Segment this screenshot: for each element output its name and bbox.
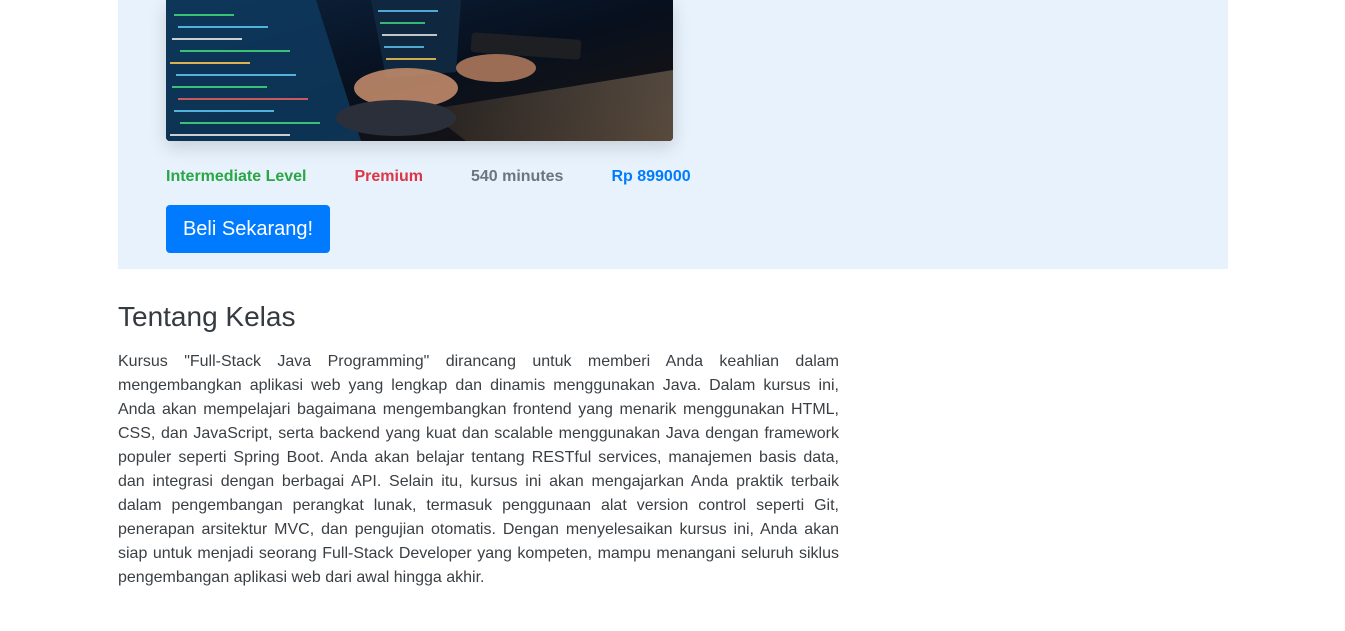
course-tier: Premium xyxy=(354,168,423,185)
course-level: Intermediate Level xyxy=(166,168,307,185)
about-description: Kursus "Full-Stack Java Programming" dir… xyxy=(118,353,839,586)
course-meta: Intermediate Level Premium 540 minutes R… xyxy=(166,167,691,187)
about-title: Tentang Kelas xyxy=(118,301,296,332)
course-image xyxy=(166,0,673,141)
course-duration: 540 minutes xyxy=(470,168,564,185)
course-hero: Intermediate Level Premium 540 minutes R… xyxy=(118,0,1228,269)
course-price: Rp 899000 xyxy=(611,168,691,185)
buy-now-button[interactable]: Beli Sekarang! xyxy=(166,205,330,253)
